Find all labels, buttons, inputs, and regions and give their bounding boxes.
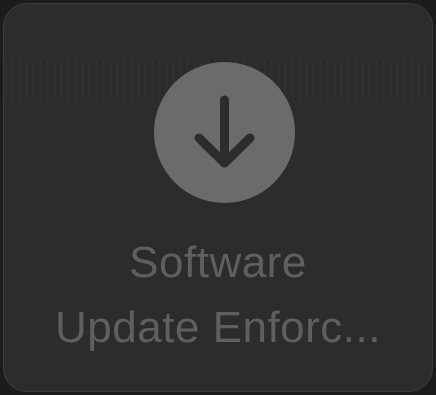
software-update-tile[interactable]: Software Update Enforc... xyxy=(3,3,433,392)
app-name-line1: Software xyxy=(129,238,307,287)
download-icon xyxy=(154,62,295,203)
download-arrow-icon xyxy=(194,95,255,168)
app-name-line2: Update Enforc... xyxy=(55,303,381,352)
